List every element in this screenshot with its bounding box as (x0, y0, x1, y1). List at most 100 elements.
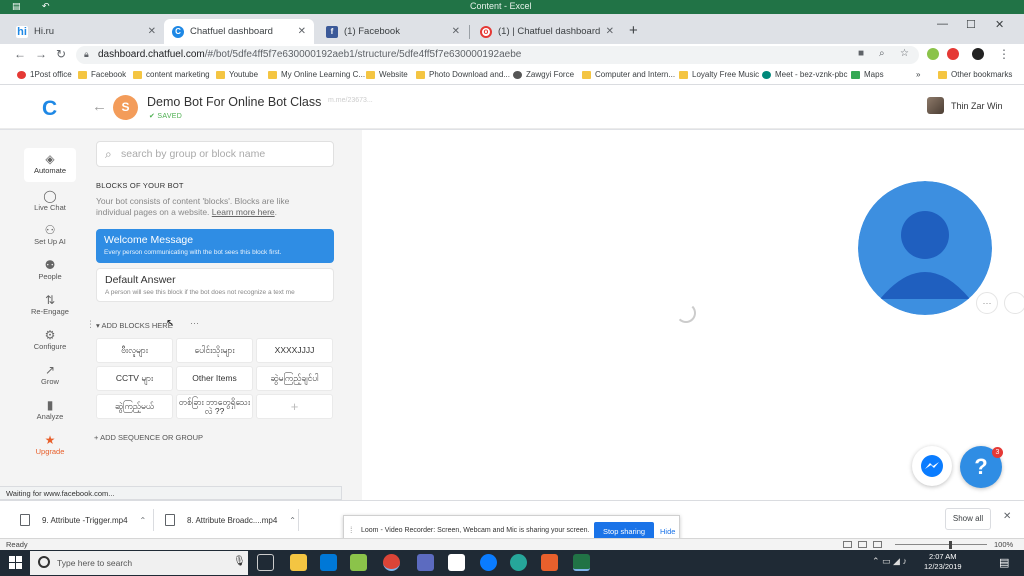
store-icon[interactable] (320, 554, 337, 571)
bookmark-item[interactable]: Meet - bez-vznk-pbc (762, 70, 847, 79)
notification-icon[interactable]: ▤ (999, 556, 1009, 569)
app-icon[interactable] (510, 554, 527, 571)
drag-handle-icon[interactable]: ⋮ (86, 319, 95, 330)
close-tab-icon[interactable]: ✕ (148, 26, 156, 37)
undo-icon[interactable]: ↶ (42, 1, 50, 12)
chevron-down-icon[interactable]: ⌄ (310, 97, 318, 108)
sidebar-item-grow[interactable]: ↗ Grow (24, 363, 76, 386)
welcome-message-block[interactable]: Welcome Message Every person communicati… (96, 229, 334, 263)
block-item[interactable]: ပေါင်းသိုးများ (176, 338, 253, 363)
search-input[interactable]: ⌕ search by group or block name (96, 141, 334, 167)
other-bookmarks[interactable]: Other bookmarks (938, 70, 1012, 79)
learn-more-link[interactable]: Learn more here (212, 207, 275, 217)
sidebar-item-automate[interactable]: ◈ Automate (24, 148, 76, 182)
block-item[interactable]: တစ်ခြား ဘာတွေရှိသေးလဲ ?? (176, 394, 253, 419)
bookmarks-overflow-button[interactable]: » (916, 70, 920, 79)
forward-icon[interactable]: → (35, 47, 47, 61)
sidebar-item-re-engage[interactable]: ⇅ Re-Engage (24, 293, 76, 316)
block-item[interactable]: Other Items (176, 366, 253, 391)
maximize-icon[interactable]: ☐ (966, 18, 976, 31)
system-tray[interactable]: ⌃ ▭ ◢ ♪ (872, 556, 907, 567)
drag-grip-icon[interactable]: ⁞ (350, 525, 353, 535)
app-icon[interactable] (541, 554, 558, 571)
default-answer-block[interactable]: Default Answer A person will see this bl… (96, 268, 334, 302)
zoom-slider[interactable] (895, 544, 987, 545)
tab-chatfuel-dashboard[interactable]: C Chatfuel dashboard ✕ (164, 19, 314, 44)
messenger-link[interactable]: m.me/23673... (328, 97, 373, 104)
sidebar-item-live-chat[interactable]: ◯ Live Chat (24, 189, 76, 212)
bot-name[interactable]: Demo Bot For Online Bot Class (147, 95, 321, 109)
user-name[interactable]: Thin Zar Win (951, 101, 1003, 111)
bookmark-item[interactable]: Computer and Intern... (582, 70, 675, 79)
bookmark-item[interactable]: Maps (851, 70, 884, 79)
close-tab-icon[interactable]: ✕ (606, 26, 614, 37)
app-icon[interactable] (350, 554, 367, 571)
download-item[interactable]: 9. Attribute -Trigger.mp4 ⌃ (20, 508, 146, 532)
profile-avatar[interactable] (972, 48, 984, 60)
new-tab-button[interactable]: + (629, 22, 638, 39)
bookmark-item[interactable]: Youtube (216, 70, 258, 79)
chevron-up-icon[interactable]: ⌃ (140, 516, 147, 525)
more-options-icon[interactable]: ··· (190, 318, 199, 328)
add-block-button[interactable]: + (256, 394, 333, 419)
photos-icon[interactable] (448, 554, 465, 571)
zoom-slider-handle[interactable] (949, 541, 953, 549)
show-all-button[interactable]: Show all (945, 508, 991, 530)
minimize-icon[interactable]: — (937, 18, 948, 30)
windows-start-icon[interactable] (9, 556, 22, 569)
bookmark-item[interactable]: Photo Download and... (416, 70, 510, 79)
extension-icon[interactable] (927, 48, 939, 60)
bookmark-item[interactable]: Loyalty Free Music (679, 70, 759, 79)
back-arrow-icon[interactable]: ← (92, 98, 107, 115)
file-explorer-icon[interactable] (290, 554, 307, 571)
tab-chatfuel-dashboard-2[interactable]: o (1) | Chatfuel dashboard ✕ (472, 19, 622, 44)
bookmark-item[interactable]: 1Post office (17, 70, 72, 79)
page-break-icon[interactable] (873, 541, 882, 548)
bookmark-star-icon[interactable]: ☆ (900, 48, 909, 59)
taskbar-search-input[interactable]: Type here to search 🎙︎ (30, 551, 248, 575)
bookmark-item[interactable]: Zawgyi Force (513, 70, 574, 79)
page-layout-icon[interactable] (858, 541, 867, 548)
add-sequence-button[interactable]: + ADD SEQUENCE OR GROUP (94, 433, 203, 442)
tab-facebook[interactable]: f (1) Facebook ✕ (318, 19, 468, 44)
user-avatar[interactable] (927, 97, 944, 114)
save-icon[interactable]: ▤ (12, 1, 21, 12)
taskbar-clock[interactable]: 2:07 AM 12/23/2019 (924, 552, 962, 572)
block-item[interactable]: ဗီးလူများ (96, 338, 173, 363)
block-item[interactable]: ဆွဲမကြည့်ချင်ပါ (256, 366, 333, 391)
close-tab-icon[interactable]: ✕ (298, 26, 306, 37)
bookmark-item[interactable]: My Online Learning C... (268, 70, 365, 79)
back-icon[interactable]: ← (14, 47, 26, 61)
close-tab-icon[interactable]: ✕ (452, 26, 460, 37)
close-window-icon[interactable]: ✕ (995, 18, 1004, 31)
block-item[interactable]: ဆွဲကြည့်မယ် (96, 394, 173, 419)
loom-extension-icon[interactable] (947, 48, 959, 60)
download-item[interactable]: 8. Attribute Broadc....mp4 ⌃ (165, 508, 296, 532)
chrome-icon[interactable] (383, 554, 400, 571)
app-icon[interactable] (417, 554, 434, 571)
hide-button[interactable]: Hide (660, 527, 675, 536)
bot-avatar[interactable]: S (113, 95, 138, 120)
messenger-button[interactable] (912, 446, 952, 486)
sidebar-item-setup-ai[interactable]: ⚇ Set Up AI (24, 223, 76, 246)
bookmark-item[interactable]: content marketing (133, 70, 210, 79)
messenger-taskbar-icon[interactable] (480, 554, 497, 571)
more-options-button[interactable]: ··· (976, 292, 998, 314)
url-input[interactable]: 🔒︎ dashboard.chatfuel.com/#/bot/5dfe4ff5… (76, 46, 919, 64)
camera-icon[interactable]: ■ (858, 48, 864, 59)
chevron-up-icon[interactable]: ⌃ (289, 516, 296, 525)
task-view-icon[interactable] (257, 554, 274, 571)
tab-hiru[interactable]: hi Hi.ru ✕ (8, 19, 164, 44)
microphone-icon[interactable]: 🎙︎ (233, 556, 246, 567)
add-blocks-group-header[interactable]: ▾ ADD BLOCKS HERE (96, 321, 173, 330)
sidebar-item-upgrade[interactable]: ★ Upgrade (24, 433, 76, 456)
reload-icon[interactable]: ↻ (56, 47, 66, 61)
block-item[interactable]: CCTV များ (96, 366, 173, 391)
menu-icon[interactable]: ⋮ (998, 47, 1010, 61)
excel-icon[interactable] (573, 554, 590, 571)
sidebar-item-analyze[interactable]: ▮ Analyze (24, 398, 76, 421)
block-item[interactable]: XXXXJJJJ (256, 338, 333, 363)
zoom-icon[interactable]: ⌕ (879, 48, 885, 59)
normal-view-icon[interactable] (843, 541, 852, 548)
sidebar-item-people[interactable]: ⚉ People (24, 258, 76, 281)
